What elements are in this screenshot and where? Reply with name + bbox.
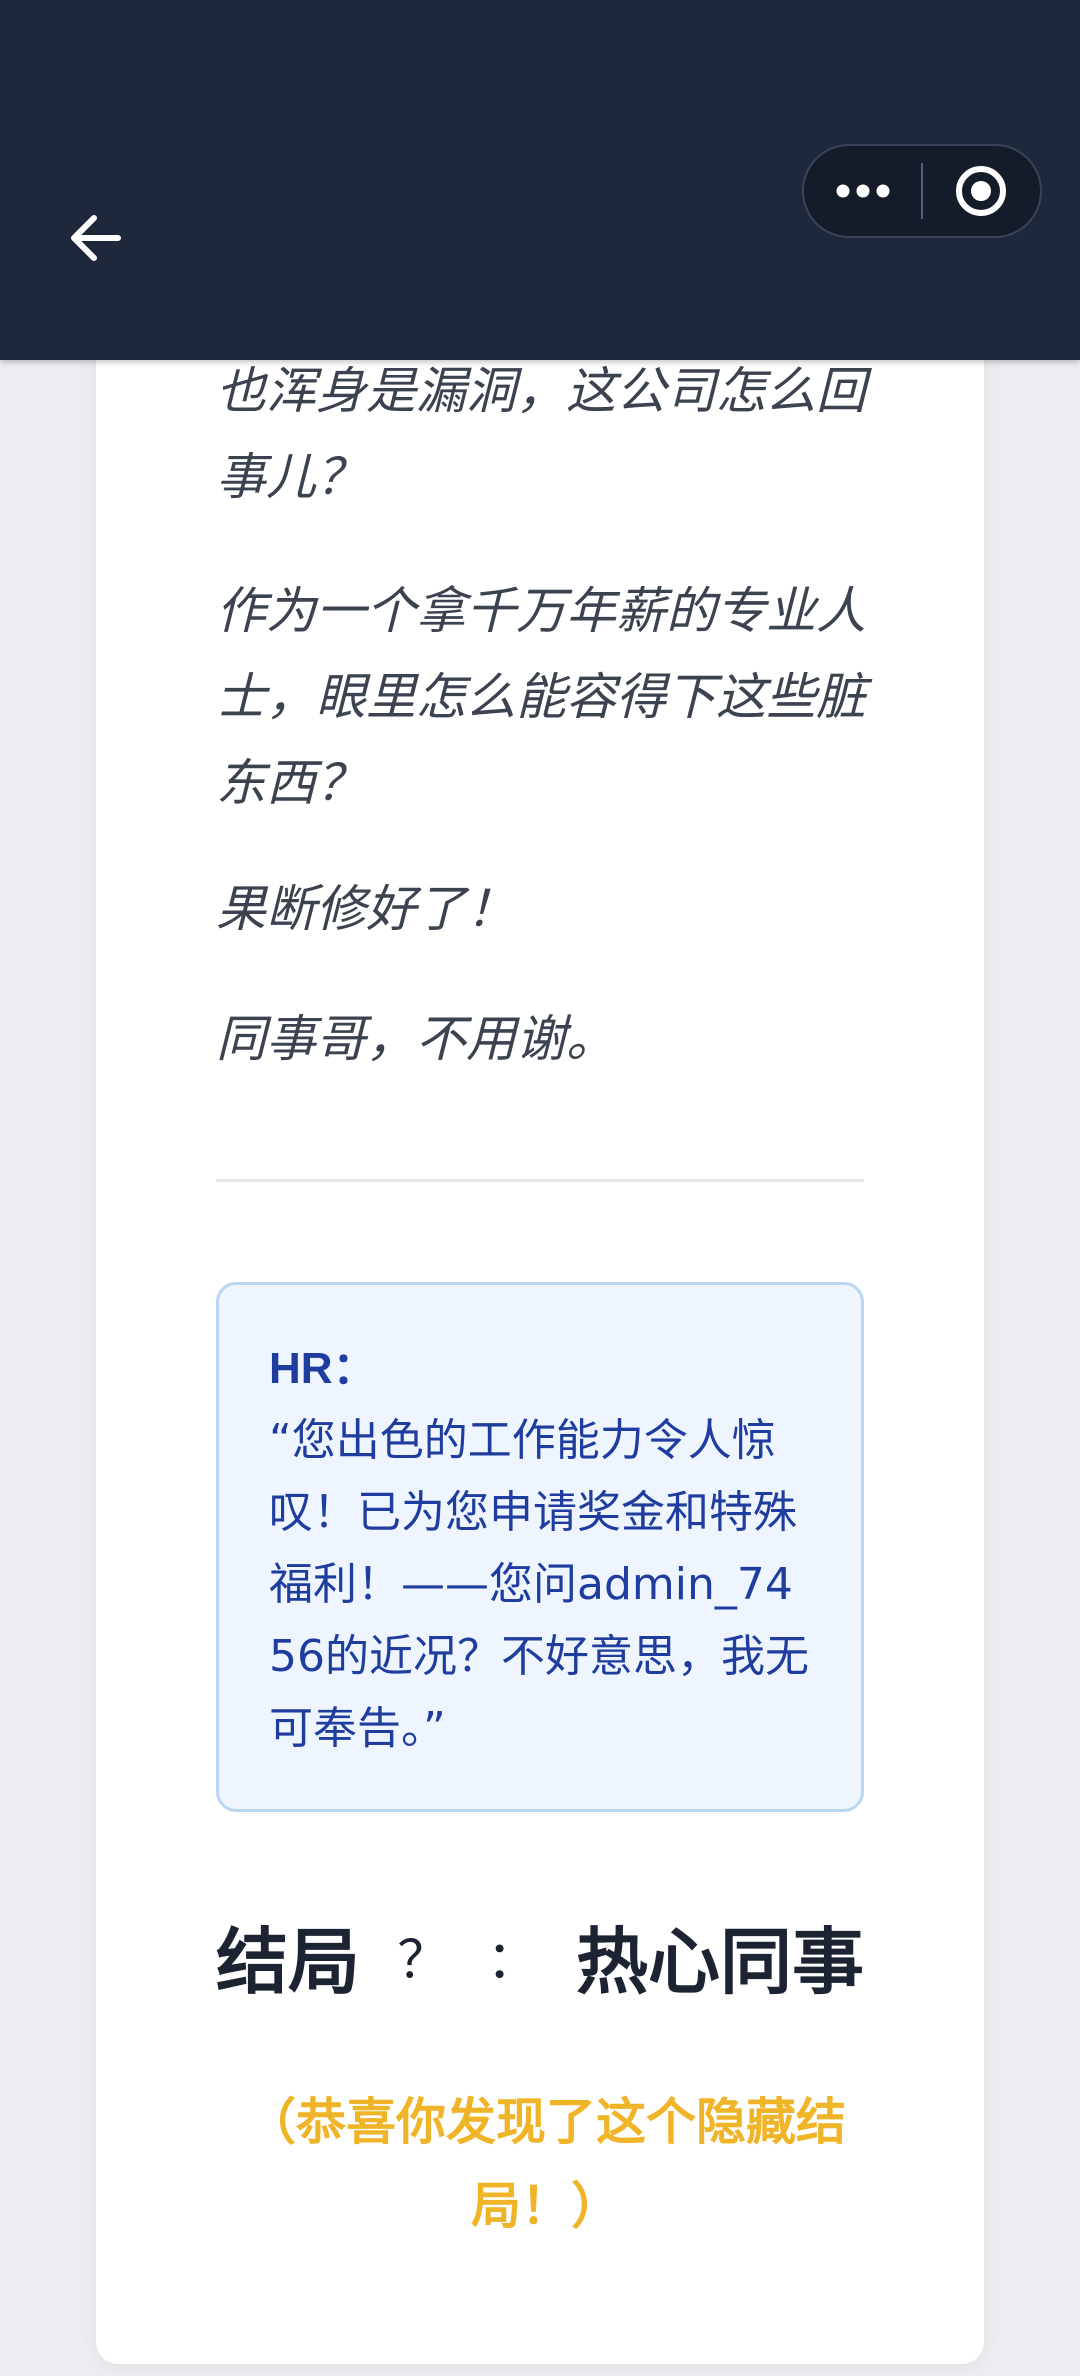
hr-speaker-label: HR： (269, 1344, 377, 1393)
story-paragraph: 果断修好了！ (216, 880, 516, 938)
more-dots-icon (836, 184, 889, 198)
ending-heading: 结局 ？ ： 热心同事 (216, 1900, 864, 2010)
ending-number: ？ (397, 1930, 450, 1991)
section-divider (216, 1179, 864, 1182)
story-paragraph: 也浑身是漏洞，这公司怎么回事儿？ (216, 362, 866, 506)
hr-quote-text: “您出色的工作能力令人惊叹！已为您申请奖金和特殊福利！——您问admin_745… (269, 1415, 809, 1754)
target-circle-icon (956, 166, 1007, 216)
hr-message-box: HR： “您出色的工作能力令人惊叹！已为您申请奖金和特殊福利！——您问admin… (216, 1282, 864, 1812)
close-button[interactable] (923, 146, 1040, 236)
ending-title: 热心同事 (575, 1919, 864, 2004)
top-navigation-bar (0, 0, 1080, 360)
story-paragraph: 作为一个拿千万年薪的专业人士，眼里怎么能容得下这些脏东西？ (216, 582, 866, 812)
back-button[interactable] (58, 200, 134, 276)
hidden-ending-congrats: （恭喜你发现了这个隐藏结局！） (246, 2093, 846, 2235)
story-paragraph: 同事哥，不用谢。 (216, 1010, 616, 1068)
ending-separator: ： (486, 1930, 539, 1991)
ending-label: 结局 (216, 1919, 361, 2004)
more-button[interactable] (804, 146, 921, 236)
mini-program-capsule (802, 144, 1042, 238)
arrow-left-icon (71, 215, 121, 261)
